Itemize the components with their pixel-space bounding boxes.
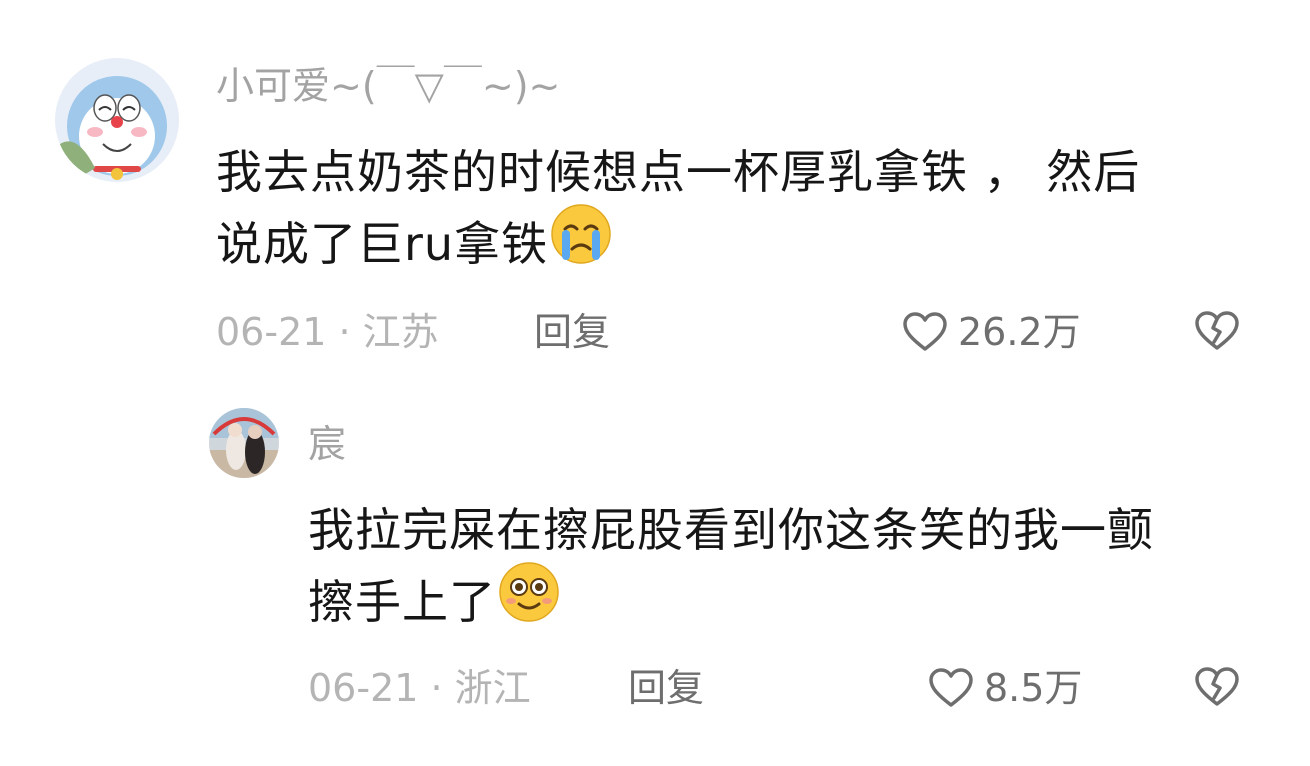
comment-meta: 06-21 · 江苏	[216, 310, 439, 354]
reply-button[interactable]: 回复	[534, 310, 610, 354]
avatar[interactable]	[55, 58, 179, 182]
comment-meta: 06-21 · 浙江	[308, 666, 531, 710]
dislike-button[interactable]	[1194, 310, 1240, 356]
broken-heart-icon	[1194, 666, 1240, 708]
comment-text: 我去点奶茶的时候想点一杯厚乳拿铁 ， 然后 说成了巨ru拿铁	[216, 137, 1266, 288]
username[interactable]: 小可爱~(￣▽￣~)~	[216, 64, 560, 108]
comment-text-segment: 擦手上了	[308, 575, 496, 629]
username[interactable]: 宸	[308, 422, 346, 466]
comment-text-line: 我去点奶茶的时候想点一杯厚乳拿铁 ， 然后	[216, 145, 1141, 199]
like-count: 26.2万	[958, 310, 1081, 354]
heart-icon	[902, 311, 948, 353]
dislike-button[interactable]	[1194, 666, 1240, 712]
smiling-face-icon	[498, 561, 560, 642]
like-button[interactable]: 26.2万	[902, 310, 1081, 354]
like-button[interactable]: 8.5万	[928, 666, 1082, 710]
crying-face-icon	[550, 203, 612, 284]
comment-text: 我拉完屎在擦屁股看到你这条笑的我一颤 擦手上了	[308, 495, 1268, 646]
reply-button[interactable]: 回复	[628, 666, 704, 710]
heart-icon	[928, 667, 974, 709]
broken-heart-icon	[1194, 310, 1240, 352]
like-count: 8.5万	[984, 666, 1083, 710]
comment-text-line: 说成了巨ru拿铁	[216, 204, 1266, 288]
avatar[interactable]	[209, 408, 279, 478]
comment-text-line: 我拉完屎在擦屁股看到你这条笑的我一颤	[308, 503, 1154, 557]
comment-text-segment: 说成了巨ru拿铁	[216, 217, 549, 271]
comment-text-line: 擦手上了	[308, 562, 1268, 646]
